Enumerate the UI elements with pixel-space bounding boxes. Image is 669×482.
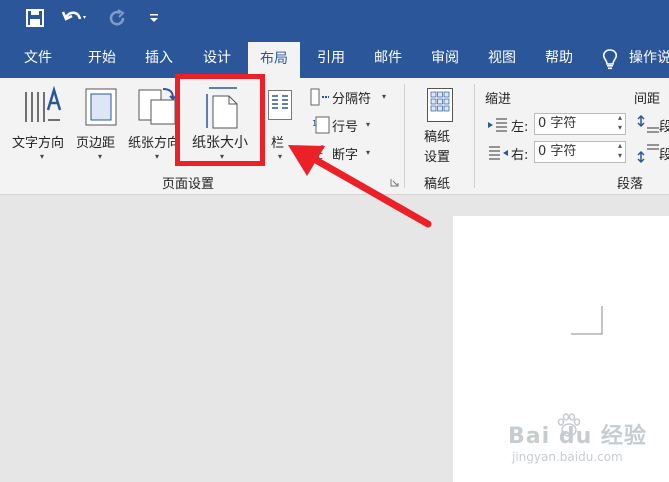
redo-icon — [109, 9, 127, 27]
indent-left-input[interactable]: 0 字符 — [534, 113, 626, 135]
indent-left-label: 左: — [511, 120, 529, 135]
columns-label: 栏 — [271, 136, 285, 151]
tab-references[interactable]: 引用 — [303, 38, 359, 78]
orientation-icon — [137, 86, 177, 126]
text-direction-icon — [22, 86, 64, 128]
line-numbers-label: 行号 — [332, 120, 359, 135]
ribbon-tab-bar: 文件 开始 插入 设计 布局 引用 邮件 审阅 视图 帮助 操作说 — [0, 38, 669, 78]
tab-file[interactable]: 文件 — [10, 38, 66, 78]
lightbulb-icon[interactable] — [602, 48, 618, 70]
margins-icon — [85, 88, 117, 126]
columns-icon — [268, 90, 292, 120]
indent-right-icon — [488, 146, 508, 160]
chevron-down-icon: ▾ — [278, 152, 283, 161]
indent-right-label: 右: — [511, 148, 529, 163]
highlight-box — [175, 74, 265, 166]
text-direction-label: 文字方向 — [12, 136, 65, 151]
indent-heading: 缩进 — [485, 92, 512, 107]
watermark-text: Bai du 经验 — [508, 424, 647, 449]
spacing-heading: 间距 — [634, 92, 661, 107]
group-label-page-setup: 页面设置 — [162, 177, 215, 192]
indent-left-icon — [488, 118, 508, 132]
quick-access-toolbar — [0, 0, 669, 38]
tab-mailings[interactable]: 邮件 — [360, 38, 416, 78]
chevron-down-icon: ▾ — [366, 120, 371, 129]
group-separator — [474, 84, 475, 188]
spacing-before-label: 段 — [659, 120, 669, 135]
tab-insert[interactable]: 插入 — [131, 38, 187, 78]
spacing-after-label: 段 — [659, 148, 669, 163]
chevron-down-icon: ▾ — [40, 152, 45, 161]
tab-view[interactable]: 视图 — [474, 38, 530, 78]
annotation-arrow — [285, 140, 435, 230]
orientation-label: 纸张方向 — [128, 136, 181, 151]
group-label-paragraph: 段落 — [617, 177, 644, 192]
svg-text:1: 1 — [312, 119, 317, 128]
manuscript-icon — [427, 88, 453, 122]
line-numbers-button[interactable]: 1 行号 ▾ — [308, 114, 378, 136]
margin-corner-mark — [571, 306, 603, 336]
indent-right-input[interactable]: 0 字符 — [534, 141, 626, 163]
customize-qat-icon[interactable] — [149, 12, 159, 24]
save-icon[interactable] — [26, 9, 44, 27]
spacing-before-icon — [637, 114, 659, 136]
line-numbers-icon: 1 — [312, 116, 330, 134]
undo-icon[interactable] — [62, 9, 88, 27]
margins-label: 页边距 — [76, 136, 116, 151]
breaks-button[interactable]: 分隔符 ▾ — [308, 86, 392, 108]
tab-review[interactable]: 审阅 — [417, 38, 473, 78]
watermark-subtext: jingyan.baidu.com — [512, 450, 623, 464]
spacing-after-icon — [637, 142, 659, 164]
margins-button[interactable]: 页边距 ▾ — [76, 82, 126, 168]
chevron-down-icon: ▾ — [98, 152, 103, 161]
indent-left-spinner[interactable]: ▴ ▾ — [614, 113, 626, 135]
chevron-down-icon: ▾ — [382, 92, 387, 101]
tab-home[interactable]: 开始 — [74, 38, 130, 78]
chevron-down-icon: ▾ — [155, 152, 160, 161]
breaks-label: 分隔符 — [332, 92, 372, 107]
tab-design[interactable]: 设计 — [189, 38, 245, 78]
text-direction-button[interactable]: 文字方向 ▾ — [10, 82, 74, 168]
tab-layout[interactable]: 布局 — [248, 42, 300, 78]
indent-right-spinner[interactable]: ▴ ▾ — [614, 141, 626, 163]
tab-help[interactable]: 帮助 — [531, 38, 587, 78]
breaks-icon — [310, 88, 330, 106]
tell-me-search[interactable]: 操作说 — [629, 38, 669, 78]
